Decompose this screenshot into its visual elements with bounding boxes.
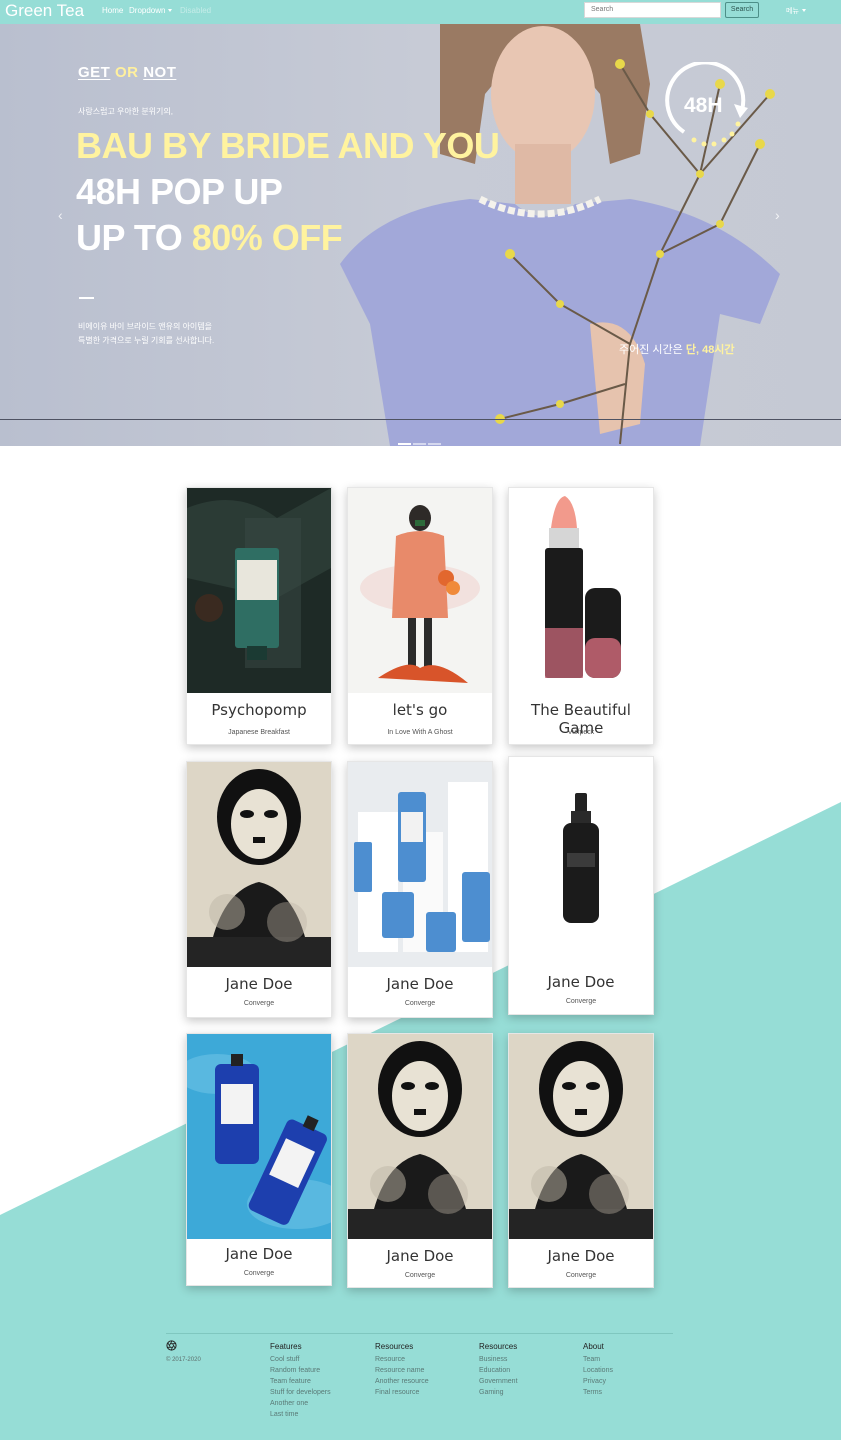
nav-dropdown[interactable]: Dropdown	[129, 6, 173, 15]
footer-link[interactable]: Team feature	[270, 1376, 331, 1387]
nav-home[interactable]: Home	[102, 6, 123, 15]
jane-doe-art-image	[509, 1034, 653, 1239]
card-subtitle: Converge	[243, 1000, 275, 1007]
footer-link[interactable]: Locations	[583, 1365, 613, 1376]
footer-link[interactable]: Final resource	[375, 1387, 429, 1398]
card-subtitle: Converge	[404, 1272, 436, 1279]
carousel-next-icon[interactable]: ›	[775, 207, 780, 223]
card-title: Jane Doe	[547, 973, 615, 991]
jane-doe-art-image	[348, 1034, 492, 1239]
hero-divider	[79, 297, 94, 299]
card-subtitle: Converge	[565, 998, 597, 1005]
footer-heading: Features	[270, 1342, 302, 1351]
footer-link[interactable]: Last time	[270, 1409, 331, 1420]
product-card[interactable]: Jane Doe Converge	[186, 1033, 332, 1286]
product-card[interactable]: Jane Doe Converge	[347, 1033, 493, 1288]
water-bottles-image	[187, 1034, 331, 1239]
product-card[interactable]: let's go In Love With A Ghost	[347, 487, 493, 745]
hero-carousel[interactable]: GET OR NOT 사랑스럽고 우아한 분위기의, BAU BY BRIDE …	[0, 24, 841, 446]
footer-link[interactable]: Terms	[583, 1387, 613, 1398]
footer-heading: About	[583, 1342, 604, 1351]
search-button[interactable]: Search	[725, 2, 759, 18]
footer-column-about: About Team Locations Privacy Terms	[583, 1342, 613, 1398]
carousel-indicators	[398, 432, 443, 446]
card-title: Jane Doe	[547, 1247, 615, 1265]
card-title: Jane Doe	[225, 975, 293, 993]
footer-heading: Resources	[375, 1342, 414, 1351]
time-note: 주어진 시간은 단, 48시간	[619, 344, 735, 356]
card-subtitle: Vulfpeck	[567, 729, 595, 736]
product-card[interactable]: The Beautiful Game Vulfpeck	[508, 487, 654, 745]
product-card[interactable]: Jane Doe Converge	[508, 756, 654, 1015]
hero-subtitle: 사랑스럽고 우아한 분위기의,	[78, 107, 173, 116]
serum-bottle-image	[509, 757, 653, 962]
aperture-logo-icon	[166, 1340, 177, 1351]
carousel-indicator[interactable]	[413, 443, 426, 445]
card-title: Jane Doe	[225, 1245, 293, 1263]
footer-column-features: Features Cool stuff Random feature Team …	[270, 1342, 331, 1420]
footer-link[interactable]: Education	[479, 1365, 518, 1376]
footer-link[interactable]: Stuff for developers	[270, 1387, 331, 1398]
footer-link[interactable]: Team	[583, 1354, 613, 1365]
copyright-text: © 2017-2020	[166, 1357, 201, 1363]
footer-link[interactable]: Resource	[375, 1354, 429, 1365]
menu-dropdown[interactable]: 메뉴	[786, 6, 806, 16]
footer-column-resources: Resources Resource Resource name Another…	[375, 1342, 429, 1398]
footer-heading: Resources	[479, 1342, 518, 1351]
timer-badge-label: 48H	[684, 94, 723, 117]
footer-link[interactable]: Another one	[270, 1398, 331, 1409]
footer-link[interactable]: Government	[479, 1376, 518, 1387]
hero-divider-line	[0, 419, 841, 420]
card-title: Jane Doe	[386, 1247, 454, 1265]
navbar: Green Tea Home Dropdown Disabled Search …	[0, 0, 841, 24]
card-subtitle: Japanese Breakfast	[228, 729, 290, 736]
carousel-indicator[interactable]	[398, 443, 411, 445]
dark-tube-product-image	[187, 488, 331, 693]
hero-eyebrow: GET OR NOT	[78, 64, 177, 81]
footer-link[interactable]: Random feature	[270, 1365, 331, 1376]
footer-link[interactable]: Cool stuff	[270, 1354, 331, 1365]
hero-headline-2: 48H POP UP	[76, 171, 283, 212]
product-card[interactable]: Jane Doe Converge	[347, 761, 493, 1018]
carousel-indicator[interactable]	[428, 443, 441, 445]
product-card[interactable]: Jane Doe Converge	[508, 1033, 654, 1288]
lipstick-image	[509, 488, 653, 693]
jane-doe-art-image	[187, 762, 331, 967]
footer-column-resources-2: Resources Business Education Government …	[479, 1342, 518, 1398]
blue-bottles-image	[348, 762, 492, 967]
product-card[interactable]: Psychopomp Japanese Breakfast	[186, 487, 332, 745]
footer-link[interactable]: Another resource	[375, 1376, 429, 1387]
hero-headline-1: BAU BY BRIDE AND YOU	[76, 125, 500, 166]
footer-link[interactable]: Privacy	[583, 1376, 613, 1387]
product-card[interactable]: Jane Doe Converge	[186, 761, 332, 1018]
card-subtitle: Converge	[243, 1270, 275, 1277]
hero-description: 비에이유 바이 브라이드 앤유의 아이템을 특별한 가격으로 누릴 기회를 선사…	[78, 322, 215, 345]
nav-disabled: Disabled	[180, 6, 212, 15]
search-input[interactable]: Search	[584, 2, 721, 18]
illustrated-girl-image	[348, 488, 492, 693]
card-title: Jane Doe	[386, 975, 454, 993]
footer-link[interactable]: Business	[479, 1354, 518, 1365]
caret-down-icon	[801, 9, 806, 12]
brand-logo[interactable]: Green Tea	[5, 0, 84, 22]
footer-divider	[166, 1333, 673, 1334]
card-subtitle: In Love With A Ghost	[387, 729, 453, 736]
hero-headline-3: UP TO 80% OFF	[76, 217, 343, 258]
carousel-prev-icon[interactable]: ‹	[58, 207, 63, 223]
footer-link[interactable]: Resource name	[375, 1365, 429, 1376]
card-title: let's go	[392, 701, 448, 719]
card-title: Psychopomp	[211, 701, 307, 719]
card-subtitle: Converge	[565, 1272, 597, 1279]
caret-down-icon	[168, 9, 173, 12]
card-subtitle: Converge	[404, 1000, 436, 1007]
footer-link[interactable]: Gaming	[479, 1387, 518, 1398]
